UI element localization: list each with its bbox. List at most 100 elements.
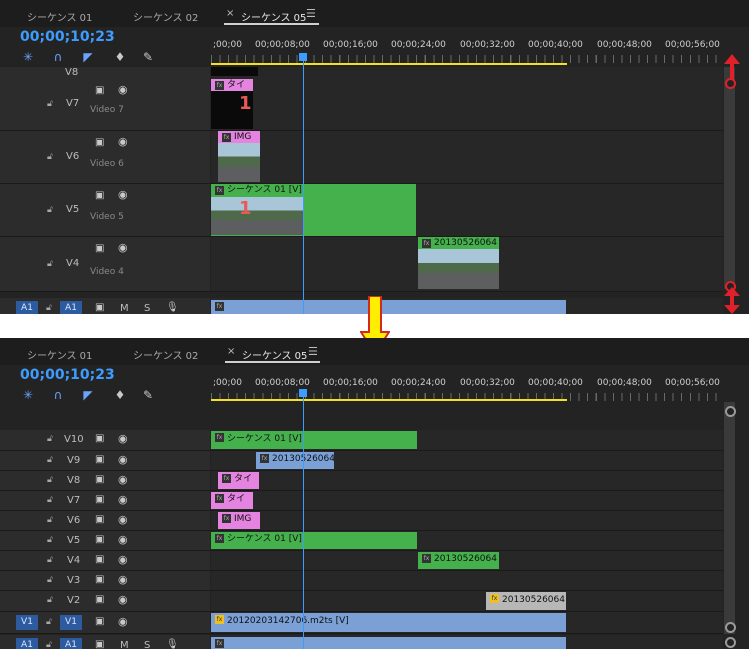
playhead-timecode[interactable]: 00;00;10;23 bbox=[20, 367, 115, 383]
clip-sequence[interactable]: fx シーケンス 01 [V] bbox=[211, 431, 417, 449]
close-tab-icon[interactable]: × bbox=[226, 8, 234, 19]
film-icon[interactable]: ▣ bbox=[95, 243, 104, 254]
track-lane[interactable]: fx20130526064 bbox=[211, 551, 723, 570]
track-lane[interactable]: fx タイ bbox=[211, 491, 723, 510]
film-icon[interactable]: ▣ bbox=[95, 433, 104, 444]
eye-icon[interactable]: ◉ bbox=[118, 533, 128, 546]
track-lane[interactable]: fx タイ 1 bbox=[211, 79, 723, 130]
clip-video[interactable]: fx20130526064 bbox=[418, 237, 499, 249]
lock-icon[interactable]: 🔓︎ bbox=[47, 259, 53, 269]
clip-audio[interactable]: fx bbox=[211, 637, 566, 649]
panel-menu-icon[interactable]: ☰ bbox=[306, 7, 316, 20]
scroll-handle-icon[interactable] bbox=[725, 406, 736, 417]
track-lane[interactable]: fx シーケンス 01 [V] bbox=[211, 430, 723, 450]
clip-image[interactable]: fx IMG bbox=[218, 131, 260, 143]
tab-sequence-01[interactable]: シーケンス 01 bbox=[27, 9, 92, 24]
track-lane[interactable]: fx シーケンス 01 [V] 1 bbox=[211, 184, 723, 236]
wrench-icon[interactable]: ✎ bbox=[141, 50, 155, 64]
film-icon[interactable]: ▣ bbox=[95, 494, 104, 505]
eye-icon[interactable]: ◉ bbox=[118, 615, 128, 628]
lock-icon[interactable]: 🔓︎ bbox=[47, 595, 53, 605]
lock-icon[interactable]: 🔓︎ bbox=[47, 434, 53, 444]
track-lane[interactable]: fx20130526064 bbox=[211, 451, 723, 470]
lock-icon[interactable]: 🔓︎ bbox=[46, 303, 52, 313]
lock-icon[interactable]: 🔓︎ bbox=[47, 99, 53, 109]
tab-sequence-02[interactable]: シーケンス 02 bbox=[133, 9, 198, 24]
marker-icon[interactable]: ◤ bbox=[81, 50, 95, 64]
mute-button[interactable]: M bbox=[120, 640, 129, 649]
work-area-bar[interactable] bbox=[211, 399, 567, 401]
eye-icon[interactable]: ◉ bbox=[118, 83, 128, 96]
film-icon[interactable]: ▣ bbox=[95, 616, 104, 627]
lock-icon[interactable]: 🔓︎ bbox=[47, 152, 53, 162]
track-lane[interactable]: fx シーケンス 01 [V] bbox=[211, 531, 723, 550]
scroll-handle-icon[interactable] bbox=[725, 622, 736, 633]
tab-sequence-05[interactable]: シーケンス 05 bbox=[242, 347, 307, 362]
lock-icon[interactable]: 🔓︎ bbox=[47, 515, 53, 525]
playhead-timecode[interactable]: 00;00;10;23 bbox=[20, 29, 115, 45]
track-lane[interactable]: fx20130526064 bbox=[211, 237, 723, 291]
marker-flag-icon[interactable]: ♦ bbox=[113, 388, 127, 402]
track-lane[interactable]: fx IMG bbox=[211, 511, 723, 530]
target-a1[interactable]: A1 bbox=[60, 638, 82, 649]
lock-icon[interactable]: 🔓︎ bbox=[46, 640, 52, 649]
work-area-bar[interactable] bbox=[211, 63, 567, 65]
eye-icon[interactable]: ◉ bbox=[118, 593, 128, 606]
vertical-scrollbar[interactable] bbox=[724, 402, 735, 634]
film-icon[interactable]: ▣ bbox=[95, 514, 104, 525]
track-lane[interactable]: fx bbox=[211, 298, 723, 314]
track-lane[interactable] bbox=[211, 571, 723, 590]
eye-icon[interactable]: ◉ bbox=[118, 453, 128, 466]
clip-video[interactable]: fx20130526064 bbox=[256, 452, 334, 469]
panel-menu-icon[interactable]: ☰ bbox=[308, 345, 318, 358]
film-icon[interactable]: ▣ bbox=[95, 137, 104, 148]
clip-title[interactable]: fx タイ bbox=[218, 472, 259, 489]
tab-sequence-05[interactable]: シーケンス 05 bbox=[241, 9, 306, 24]
lock-icon[interactable]: 🔓︎ bbox=[47, 535, 53, 545]
eye-icon[interactable]: ◉ bbox=[118, 493, 128, 506]
clip-video[interactable]: fx20130526064 bbox=[486, 592, 566, 610]
target-v1[interactable]: V1 bbox=[60, 615, 82, 630]
eye-icon[interactable]: ◉ bbox=[118, 188, 128, 201]
solo-button[interactable]: S bbox=[144, 640, 150, 649]
magnet-icon[interactable]: ∩ bbox=[51, 388, 65, 402]
tab-sequence-01[interactable]: シーケンス 01 bbox=[27, 347, 92, 362]
film-icon[interactable]: ▣ bbox=[95, 474, 104, 485]
lock-icon[interactable]: 🔓︎ bbox=[47, 555, 53, 565]
eye-icon[interactable]: ◉ bbox=[118, 241, 128, 254]
clip-sequence[interactable]: fx シーケンス 01 [V] bbox=[211, 532, 417, 549]
eye-icon[interactable]: ◉ bbox=[118, 432, 128, 445]
tab-sequence-02[interactable]: シーケンス 02 bbox=[133, 347, 198, 362]
lock-icon[interactable]: 🔓︎ bbox=[47, 455, 53, 465]
clip-video[interactable]: fx20130526064 bbox=[418, 552, 499, 569]
track-lane[interactable]: fx bbox=[211, 635, 723, 649]
source-patch-a1[interactable]: A1 bbox=[16, 301, 38, 314]
eye-icon[interactable]: ◉ bbox=[118, 473, 128, 486]
track-lane[interactable]: fx 20120203142706.m2ts [V] bbox=[211, 612, 723, 633]
marker-icon[interactable]: ◤ bbox=[81, 388, 95, 402]
track-lane[interactable]: fx20130526064 bbox=[211, 591, 723, 611]
marker-flag-icon[interactable]: ♦ bbox=[113, 50, 127, 64]
clip-title[interactable]: fx タイ bbox=[211, 492, 253, 509]
film-icon[interactable]: ▣ bbox=[95, 534, 104, 545]
track-lane[interactable] bbox=[211, 67, 723, 79]
lock-icon[interactable]: 🔓︎ bbox=[47, 575, 53, 585]
clip-title[interactable]: fx タイ bbox=[211, 79, 253, 91]
eye-icon[interactable]: ◉ bbox=[118, 573, 128, 586]
mute-button[interactable]: M bbox=[120, 303, 129, 314]
film-icon[interactable]: ▣ bbox=[95, 190, 104, 201]
time-ruler[interactable]: ;00;00 00;00;08;00 00;00;16;00 00;00;24;… bbox=[211, 27, 724, 67]
film-icon[interactable]: ▣ bbox=[95, 454, 104, 465]
clip-video[interactable]: fx 20120203142706.m2ts [V] bbox=[211, 613, 566, 632]
eye-icon[interactable]: ◉ bbox=[118, 135, 128, 148]
mic-icon[interactable]: 🎙︎ bbox=[166, 302, 179, 313]
playhead-handle[interactable] bbox=[299, 53, 307, 61]
target-a1[interactable]: A1 bbox=[60, 301, 82, 314]
scroll-handle-icon[interactable] bbox=[725, 637, 736, 648]
eye-icon[interactable]: ◉ bbox=[118, 553, 128, 566]
clip-image[interactable]: fx IMG bbox=[218, 512, 260, 529]
eye-icon[interactable]: ◉ bbox=[118, 513, 128, 526]
film-icon[interactable]: ▣ bbox=[95, 639, 104, 649]
playhead-handle[interactable] bbox=[299, 389, 307, 397]
wrench-icon[interactable]: ✎ bbox=[141, 388, 155, 402]
